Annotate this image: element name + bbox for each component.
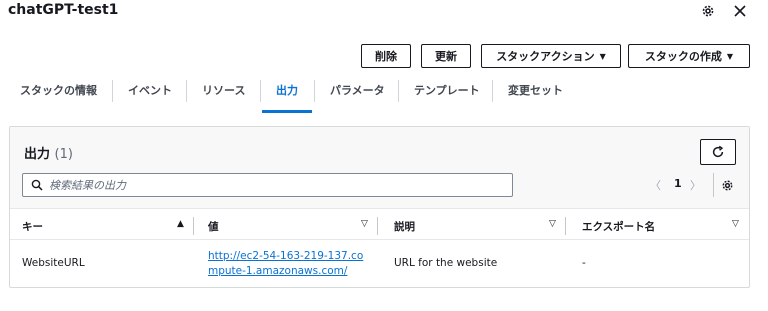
column-header-value[interactable]: 値	[208, 219, 219, 234]
outputs-title-text: 出力	[24, 147, 51, 162]
active-tab-indicator	[262, 110, 312, 113]
outputs-panel: 出力 (1) 〈 1 〉 キー ▲ 値	[9, 126, 750, 288]
caret-down-icon: ▼	[726, 51, 734, 61]
update-button[interactable]: 更新	[421, 44, 471, 68]
sort-icon[interactable]: ▽	[361, 219, 368, 229]
create-stack-button[interactable]: スタックの作成 ▼	[628, 44, 750, 68]
search-icon	[31, 179, 43, 191]
sort-icon[interactable]: ▽	[732, 219, 739, 229]
tab-template[interactable]: テンプレート	[414, 82, 480, 98]
delete-button[interactable]: 削除	[361, 44, 411, 68]
tab-change-sets[interactable]: 変更セット	[508, 82, 563, 98]
table-settings-icon[interactable]	[718, 176, 736, 194]
page-title: chatGPT-test1	[8, 2, 119, 18]
pager-divider	[713, 173, 714, 197]
column-divider[interactable]	[377, 217, 378, 235]
output-value-link[interactable]: http://ec2-54-163-219-137.compute-1.amaz…	[208, 249, 373, 279]
gear-icon[interactable]	[699, 2, 717, 20]
tab-divider	[398, 80, 399, 102]
column-header-description[interactable]: 説明	[394, 219, 415, 234]
output-description: URL for the website	[394, 257, 498, 269]
stack-actions-label: スタックアクション	[496, 50, 595, 63]
outputs-title: 出力 (1)	[24, 143, 73, 162]
tab-divider	[492, 80, 493, 102]
tab-divider	[260, 80, 261, 102]
column-header-key[interactable]: キー	[22, 219, 43, 234]
search-input[interactable]	[49, 178, 489, 192]
refresh-icon	[712, 145, 724, 158]
tab-outputs[interactable]: 出力	[276, 82, 298, 98]
prev-page-icon[interactable]: 〈	[650, 177, 661, 193]
stack-actions-button[interactable]: スタックアクション ▼	[481, 44, 621, 68]
page-number[interactable]: 1	[674, 177, 682, 190]
tab-divider	[314, 80, 315, 102]
refresh-button[interactable]	[700, 139, 736, 165]
next-page-icon[interactable]: 〉	[690, 177, 701, 193]
tab-events[interactable]: イベント	[128, 82, 172, 98]
outputs-count: (1)	[54, 147, 73, 162]
tab-divider	[112, 80, 113, 102]
outputs-panel-header: 出力 (1) 〈 1 〉	[10, 127, 749, 209]
column-header-export-name[interactable]: エクスポート名	[582, 219, 655, 234]
tab-resources[interactable]: リソース	[202, 82, 245, 98]
output-export-name: -	[582, 257, 586, 269]
column-divider[interactable]	[565, 217, 566, 235]
stack-header: chatGPT-test1	[0, 0, 768, 28]
tab-divider	[186, 80, 187, 102]
close-icon[interactable]	[731, 2, 749, 20]
tab-parameters[interactable]: パラメータ	[330, 82, 385, 98]
sort-icon[interactable]: ▽	[549, 219, 556, 229]
header-row-divider	[10, 239, 749, 240]
search-box	[22, 173, 513, 197]
create-stack-label: スタックの作成	[644, 50, 722, 63]
tab-bar: スタックの情報 イベント リソース 出力 パラメータ テンプレート 変更セット	[0, 76, 768, 114]
tab-stack-info[interactable]: スタックの情報	[20, 82, 97, 98]
column-divider[interactable]	[193, 217, 194, 235]
sort-ascending-icon[interactable]: ▲	[177, 219, 184, 229]
output-key: WebsiteURL	[22, 257, 85, 269]
caret-down-icon: ▼	[599, 51, 606, 61]
